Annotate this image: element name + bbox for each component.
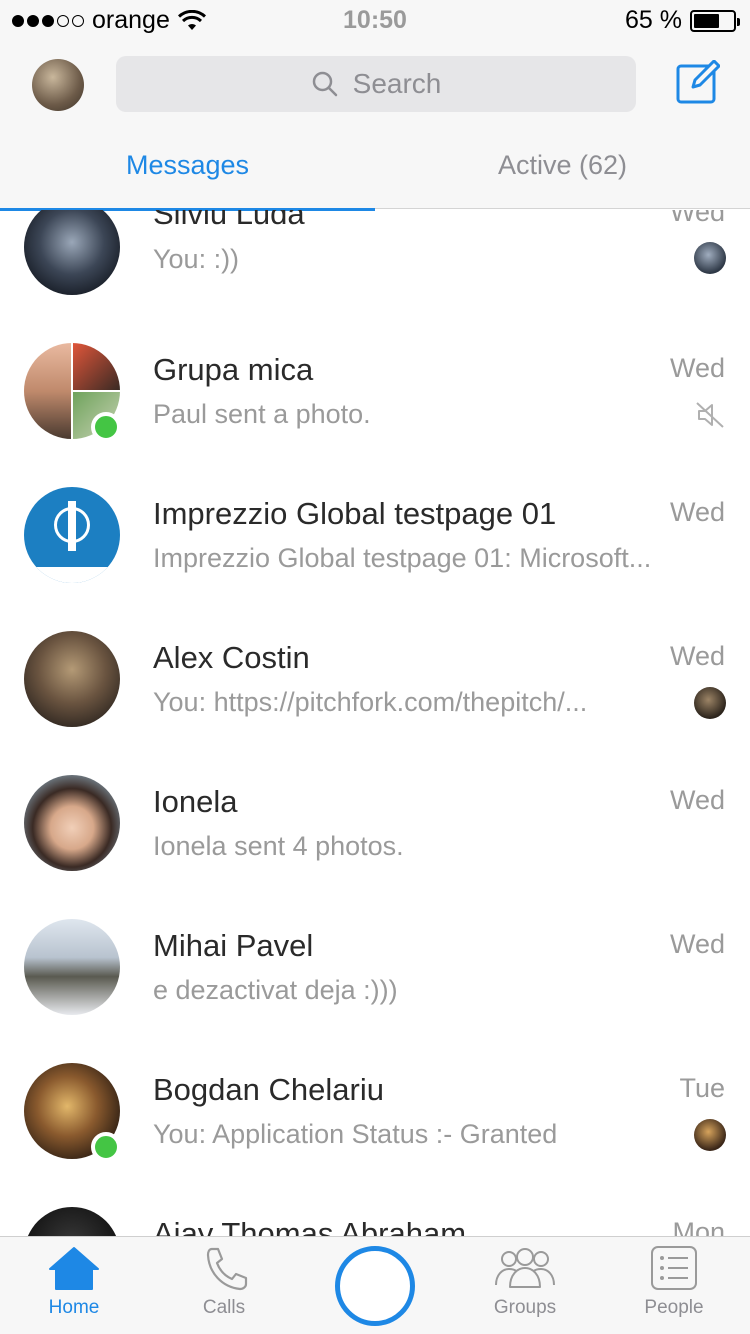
message-time: Wed — [669, 785, 725, 815]
message-time: Tue — [679, 1073, 725, 1103]
message-preview: Paul sent a photo. — [153, 399, 371, 429]
conversation-tabs: Messages Active (62) — [0, 140, 750, 211]
conversation-row[interactable]: Grupa mica Paul sent a photo. Wed — [0, 341, 750, 485]
contact-name: Grupa mica — [153, 352, 314, 387]
conversation-row[interactable]: Alex Costin You: https://pitchfork.com/t… — [0, 629, 750, 773]
contact-avatar — [24, 919, 120, 1015]
camera-capture-icon[interactable] — [335, 1246, 415, 1326]
tab-home[interactable]: Home — [14, 1245, 134, 1319]
header: orange 10:50 65 % Search Messages Active… — [0, 0, 750, 211]
contact-name: Ionela — [153, 784, 238, 819]
contact-avatar — [24, 210, 120, 295]
search-icon — [312, 71, 337, 97]
contact-name: Bogdan Chelariu — [153, 1072, 384, 1107]
contact-name: Alex Costin — [153, 640, 310, 675]
message-preview: You: Application Status :- Granted — [153, 1119, 558, 1149]
battery-icon — [690, 9, 740, 32]
search-bar[interactable]: Search — [116, 56, 636, 112]
online-indicator — [91, 412, 121, 442]
search-placeholder: Search — [352, 68, 442, 99]
status-bar: orange 10:50 65 % — [0, 0, 750, 40]
message-time: Wed — [669, 929, 725, 959]
message-preview: You: :)) — [153, 244, 240, 274]
conversation-list[interactable]: Silviu Luda You: :)) Wed Grupa mica Paul… — [0, 210, 750, 1236]
seen-avatar — [694, 1119, 726, 1151]
message-preview: Imprezzio Global testpage 01: Microsoft.… — [153, 543, 652, 573]
home-icon — [49, 1247, 99, 1290]
message-time: Wed — [669, 497, 725, 527]
contact-name: Mihai Pavel — [153, 928, 314, 963]
conversation-row[interactable]: Ajay Thomas Abraham Mon — [0, 1205, 750, 1236]
contact-avatar — [24, 775, 120, 871]
people-list-icon — [651, 1246, 697, 1290]
message-preview: e dezactivat deja :))) — [153, 975, 398, 1005]
seen-avatar — [694, 687, 726, 719]
message-time: Wed — [669, 353, 725, 383]
profile-avatar[interactable] — [32, 59, 84, 111]
contact-name: Imprezzio Global testpage 01 — [153, 496, 557, 531]
tab-people-label: People — [644, 1297, 704, 1318]
groups-icon — [495, 1248, 555, 1288]
tab-calls[interactable]: Calls — [164, 1245, 284, 1319]
tab-active[interactable]: Active (62) — [375, 150, 750, 181]
contact-avatar — [24, 631, 120, 727]
conversation-row[interactable]: Ionela Ionela sent 4 photos. Wed — [0, 773, 750, 917]
bottom-tab-bar: Home Calls Groups People — [0, 1236, 750, 1334]
tab-groups[interactable]: Groups — [465, 1245, 585, 1319]
conversation-row[interactable]: Bogdan Chelariu You: Application Status … — [0, 1061, 750, 1205]
contact-name: Ajay Thomas Abraham — [153, 1216, 467, 1236]
battery-percent: 65 % — [625, 6, 682, 34]
contact-avatar — [24, 1207, 120, 1236]
conversation-row[interactable]: Silviu Luda You: :)) Wed — [0, 210, 750, 341]
message-time: Mon — [672, 1217, 725, 1236]
phone-icon — [206, 1247, 248, 1291]
compose-icon[interactable] — [676, 60, 720, 104]
tab-calls-label: Calls — [202, 1297, 246, 1318]
tab-home-label: Home — [48, 1297, 100, 1318]
muted-icon — [696, 402, 724, 428]
message-preview: Ionela sent 4 photos. — [153, 831, 404, 861]
contact-name: Silviu Luda — [153, 210, 305, 231]
tab-people[interactable]: People — [614, 1245, 734, 1319]
page-avatar — [24, 487, 120, 583]
message-time: Wed — [669, 641, 725, 671]
tab-messages[interactable]: Messages — [0, 150, 375, 181]
conversation-row[interactable]: Imprezzio Global testpage 01 Imprezzio G… — [0, 485, 750, 629]
tab-groups-label: Groups — [493, 1297, 557, 1318]
conversation-row[interactable]: Mihai Pavel e dezactivat deja :))) Wed — [0, 917, 750, 1061]
online-indicator — [91, 1132, 121, 1162]
message-time: Wed — [669, 210, 725, 227]
seen-avatar — [694, 242, 726, 274]
message-preview: You: https://pitchfork.com/thepitch/... — [153, 687, 588, 717]
